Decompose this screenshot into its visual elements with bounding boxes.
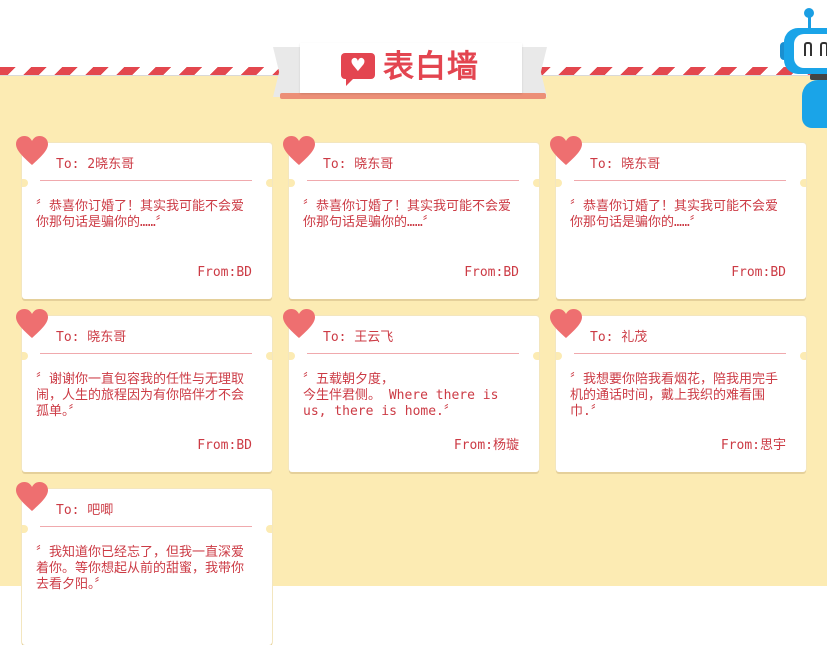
card-message: 〞恭喜你订婚了！其实我可能不会爱你那句话是骗你的……〞 (570, 199, 779, 230)
card-notch (289, 352, 295, 360)
robot-mascot-icon[interactable] (780, 8, 827, 132)
confession-card[interactable]: To: 王云飞〞五载朝夕度， 今生伴君侧。 Where there is us, … (283, 309, 539, 472)
card-divider (40, 353, 252, 354)
card-divider (40, 526, 252, 527)
card-message: 〞恭喜你订婚了！其实我可能不会爱你那句话是骗你的……〞 (303, 199, 512, 230)
card-notch (22, 179, 28, 187)
heart-icon (16, 136, 48, 166)
card-message: 〞谢谢你一直包容我的任性与无理取闹，人生的旅程因为有你陪伴才不会孤单。〞 (36, 372, 245, 419)
card-notch (800, 352, 806, 360)
card-recipient: To: 吧唧 (56, 503, 114, 518)
card-notch (533, 179, 539, 187)
card-recipient: To: 晓东哥 (323, 157, 394, 172)
confession-card[interactable]: To: 吧唧 〞我知道你已经忘了，但我一直深爱着你。等你想起从前的甜蜜，我带你去看… (16, 482, 272, 645)
card-recipient: To: 礼茂 (590, 330, 648, 345)
card-message: 〞五载朝夕度， 今生伴君侧。 Where there is us, there i… (303, 372, 499, 419)
card-recipient: To: 晓东哥 (590, 157, 661, 172)
heart-icon (283, 136, 315, 166)
card-sender: From:BD (464, 265, 519, 280)
card-recipient: To: 晓东哥 (56, 330, 127, 345)
card-sender: From:BD (197, 265, 252, 280)
page-title: 表白墙 (383, 49, 479, 85)
card-notch (800, 179, 806, 187)
heart-icon (283, 309, 315, 339)
card-sender: From:杨璇 (453, 438, 519, 453)
card-sender: From:思宇 (720, 438, 786, 453)
ribbon-base (280, 93, 546, 99)
confession-card[interactable]: To: 礼茂〞我想要你陪我看烟花，陪我用完手机的通话时间，戴上我织的难看围巾.〞… (550, 309, 806, 472)
card-notch (556, 352, 562, 360)
card-notch (556, 179, 562, 187)
card-notch (533, 352, 539, 360)
card-divider (307, 353, 519, 354)
confession-card[interactable]: To: 晓东哥〞谢谢你一直包容我的任性与无理取闹，人生的旅程因为有你陪伴才不会孤… (16, 309, 272, 472)
confession-card[interactable]: To: 2晓东哥〞恭喜你订婚了！其实我可能不会爱你那句话是骗你的……〞 From:… (16, 136, 272, 299)
card-recipient: To: 2晓东哥 (56, 157, 135, 172)
card-sender: From:BD (197, 438, 252, 453)
card-divider (40, 180, 252, 181)
card-recipient: To: 王云飞 (323, 330, 394, 345)
card-message: 〞恭喜你订婚了！其实我可能不会爱你那句话是骗你的……〞 (36, 199, 245, 230)
confession-card[interactable]: To: 晓东哥〞恭喜你订婚了！其实我可能不会爱你那句话是骗你的……〞 From:B… (283, 136, 539, 299)
card-divider (574, 353, 786, 354)
heart-icon (550, 309, 582, 339)
card-divider (307, 180, 519, 181)
card-notch (22, 352, 28, 360)
card-notch (22, 525, 28, 533)
heart-icon (550, 136, 582, 166)
heart-chat-icon: ♥ (341, 53, 375, 79)
card-notch (266, 179, 272, 187)
card-divider (574, 180, 786, 181)
heart-icon (16, 309, 48, 339)
confession-card[interactable]: To: 晓东哥〞恭喜你订婚了！其实我可能不会爱你那句话是骗你的……〞 From:B… (550, 136, 806, 299)
card-notch (266, 352, 272, 360)
card-notch (289, 179, 295, 187)
card-sender: From:BD (731, 265, 786, 280)
card-message: 〞我想要你陪我看烟花，陪我用完手机的通话时间，戴上我织的难看围巾.〞 (570, 372, 779, 419)
card-notch (266, 525, 272, 533)
heart-icon (16, 482, 48, 512)
